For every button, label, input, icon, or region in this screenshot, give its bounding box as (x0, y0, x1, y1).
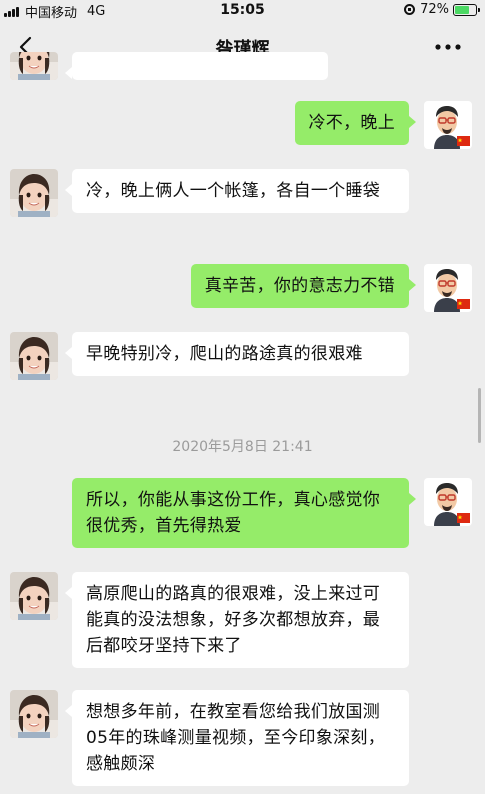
ellipsis-icon (435, 44, 461, 50)
battery-level (455, 5, 470, 14)
chat-screen: 中国移动 4G 15:05 72% 昝瑾辉 冷不，晚上 冷，晚上俩人一个帐篷，各… (0, 0, 485, 794)
message-text: 真辛苦，你的意志力不错 (204, 276, 395, 296)
message-text: 早晚特别冷，爬山的路途真的很艰难 (86, 344, 363, 364)
message-text: 冷不，晚上 (308, 113, 395, 133)
message-bubble-outgoing[interactable]: 冷不，晚上 (294, 101, 416, 145)
contact-avatar[interactable] (10, 52, 58, 80)
status-right: 72% (404, 2, 480, 17)
message-bubble-incoming[interactable]: 早晚特别冷，爬山的路途真的很艰难 (65, 332, 409, 376)
contact-avatar[interactable] (10, 169, 58, 217)
message-bubble-incoming[interactable]: 高原爬山的路真的很艰难，没上来过可能真的没法想象，好多次都想放弃，最后都咬牙坚持… (65, 572, 409, 668)
message-text: 所以，你能从事这份工作，真心感觉你很优秀，首先得热爱 (86, 490, 381, 536)
chat-timestamp: 2020年5月8日 21:41 (172, 439, 313, 455)
message-text: 想想多年前，在教室看您给我们放国测05年的珠峰测量视频，至今印象深刻，感触颇深 (86, 702, 386, 774)
status-bar: 中国移动 4G 15:05 72% (0, 0, 485, 21)
my-avatar[interactable] (424, 264, 472, 312)
contact-avatar[interactable] (10, 332, 58, 380)
message-text: 冷，晚上俩人一个帐篷，各自一个睡袋 (86, 181, 381, 201)
orientation-lock-icon (404, 4, 416, 15)
contact-avatar[interactable] (10, 572, 58, 620)
message-text: 高原爬山的路真的很艰难，没上来过可能真的没法想象，好多次都想放弃，最后都咬牙坚持… (86, 584, 381, 656)
battery-icon (453, 3, 480, 16)
message-bubble-outgoing[interactable]: 所以，你能从事这份工作，真心感觉你很优秀，首先得热爱 (72, 478, 416, 548)
message-bubble-outgoing[interactable]: 真辛苦，你的意志力不错 (190, 264, 417, 308)
my-avatar[interactable] (424, 478, 472, 526)
scrollbar-thumb[interactable] (478, 388, 481, 443)
message-bubble-incoming[interactable]: 冷，晚上俩人一个帐篷，各自一个睡袋 (65, 169, 409, 213)
my-avatar[interactable] (424, 101, 472, 149)
more-options-button[interactable] (433, 36, 463, 58)
message-bubble-incoming-partial[interactable] (65, 52, 328, 80)
contact-avatar[interactable] (10, 690, 58, 738)
battery-percent: 72% (420, 2, 449, 17)
message-bubble-incoming[interactable]: 想想多年前，在教室看您给我们放国测05年的珠峰测量视频，至今印象深刻，感触颇深 (65, 690, 409, 786)
